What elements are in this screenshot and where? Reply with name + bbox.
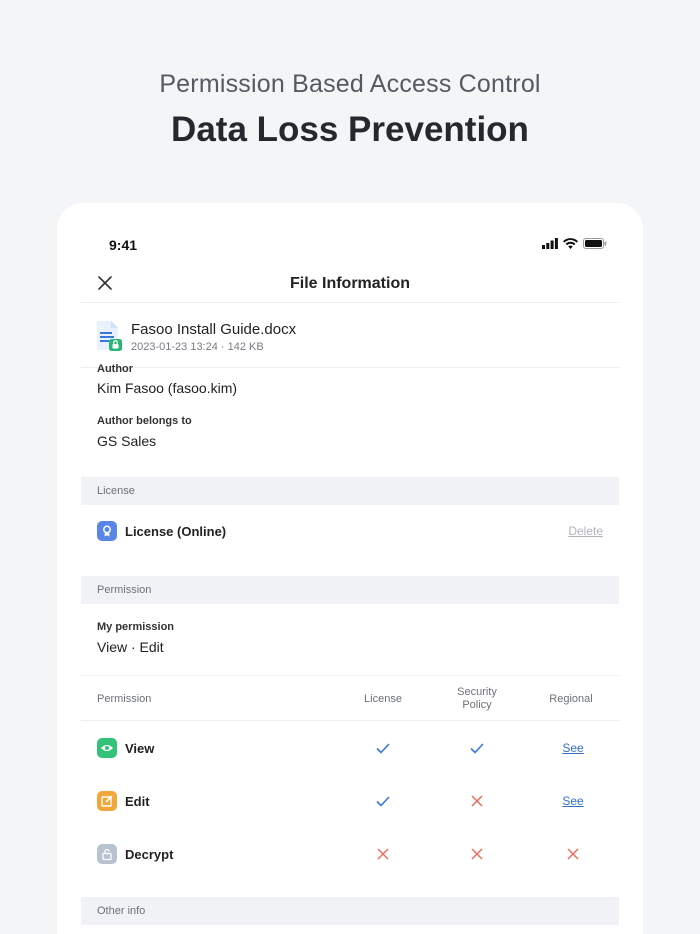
table-row: Edit See	[81, 781, 619, 821]
author-label: Author	[97, 363, 134, 375]
regional-cross-icon	[545, 846, 601, 862]
file-meta: 2023-01-23 13:24 · 142 KB	[131, 341, 264, 353]
unlock-icon	[97, 844, 117, 864]
phone-screen: 9:41 File Information Fasoo Install Guid…	[57, 203, 643, 934]
table-row: View See	[81, 728, 619, 768]
document-lock-icon	[97, 321, 122, 351]
regional-see-link[interactable]: See	[562, 794, 583, 808]
regional-see-link[interactable]: See	[562, 741, 583, 755]
file-header: Fasoo Install Guide.docx 2023-01-23 13:2…	[81, 304, 619, 368]
license-check-icon	[355, 740, 411, 756]
edit-icon	[97, 791, 117, 811]
table-row: Decrypt	[81, 834, 619, 874]
col-regional: Regional	[549, 692, 593, 705]
file-name: Fasoo Install Guide.docx	[131, 321, 297, 338]
hero-subtitle: Permission Based Access Control	[159, 70, 541, 98]
security-check-icon	[449, 740, 505, 756]
license-badge-icon	[97, 521, 117, 541]
battery-icon	[583, 238, 607, 249]
author-group-label: Author belongs to	[97, 415, 192, 427]
license-cross-icon	[355, 846, 411, 862]
license-check-icon	[355, 793, 411, 809]
author-value: Kim Fasoo (fasoo.kim)	[97, 380, 238, 396]
license-section-header: License	[81, 477, 619, 505]
permission-section-header: Permission	[81, 576, 619, 604]
nav-bar: File Information	[81, 265, 619, 303]
page-title: File Information	[290, 275, 410, 292]
signal-icon	[542, 238, 558, 249]
security-cross-icon	[449, 846, 505, 862]
other-info-section-header: Other info	[81, 897, 619, 925]
close-icon[interactable]	[97, 275, 113, 291]
author-group-value: GS Sales	[97, 433, 157, 449]
status-bar: 9:41	[109, 237, 607, 253]
delete-license-link[interactable]: Delete	[568, 524, 603, 538]
col-license: License	[364, 692, 402, 705]
status-time: 9:41	[109, 237, 138, 253]
permission-table-header: Permission License Security Policy Regio…	[81, 675, 619, 721]
permission-name: Decrypt	[125, 847, 174, 862]
my-permission-value: View · Edit	[97, 639, 164, 655]
my-permission-label: My permission	[97, 621, 175, 633]
permission-name: Edit	[125, 794, 150, 809]
license-name: License (Online)	[125, 524, 227, 539]
col-permission: Permission	[97, 692, 152, 705]
permission-name: View	[125, 741, 155, 756]
eye-icon	[97, 738, 117, 758]
wifi-icon	[563, 238, 578, 249]
col-security-policy: Security Policy	[457, 686, 497, 711]
hero-title: Data Loss Prevention	[171, 110, 529, 149]
license-row: License (Online) Delete	[97, 518, 603, 546]
security-cross-icon	[449, 793, 505, 809]
